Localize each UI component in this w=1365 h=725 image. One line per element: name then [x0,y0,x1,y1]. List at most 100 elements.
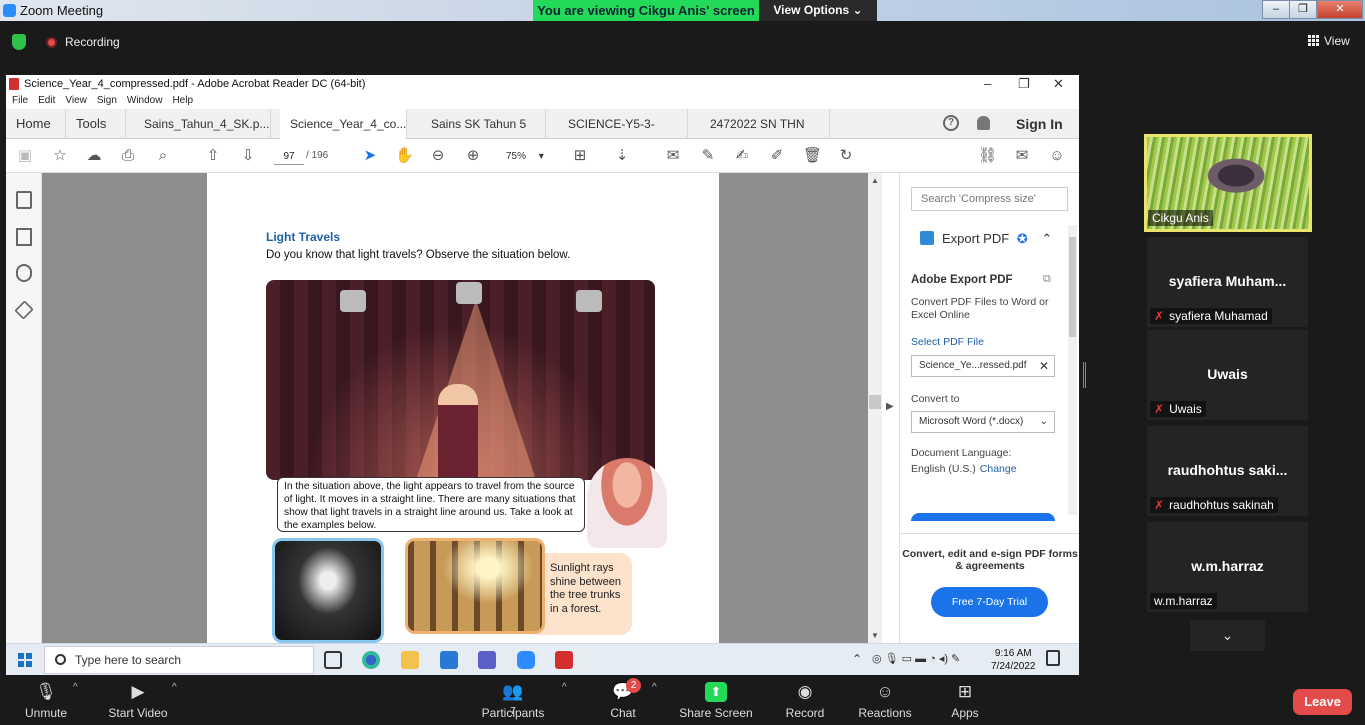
expand-panel-icon[interactable]: ▶ [886,401,894,412]
unmute-button[interactable]: 🎙 Unmute [16,675,76,725]
zoom-out-icon[interactable]: ⊖ [429,147,447,165]
participant-tile[interactable]: Uwais ✗ Uwais [1147,330,1308,420]
record-button[interactable]: ◉ Record [780,675,830,725]
audio-options-chevron-icon[interactable]: ^ [73,682,78,693]
tab-document[interactable]: Sains SK Tahun 5 (... [421,109,546,161]
page-number-input[interactable]: 97 [274,148,304,165]
zoom-in-icon[interactable]: ⊕ [464,147,482,165]
attachment-icon[interactable] [16,264,32,282]
acrobat-close-icon[interactable]: ✕ [1053,76,1064,92]
tray-icons[interactable]: ◎ 🎙 ▭ ▬ ◔ ◂) ✎ [872,652,960,665]
change-language-link[interactable]: Change [980,463,1017,475]
page-layout-icon[interactable]: ⊞ [571,147,589,165]
menu-file[interactable]: File [12,95,28,106]
select-file-link[interactable]: Select PDF File [911,336,984,348]
start-video-button[interactable]: ▶ Start Video [103,675,173,725]
view-button[interactable]: View [1308,34,1350,48]
upload-cloud-icon[interactable]: ☁ [85,147,103,165]
notifications-icon[interactable] [1046,650,1060,666]
tab-document[interactable]: 2472022 SN THN 4... [700,109,830,161]
scroll-thumb[interactable] [869,395,881,409]
hand-tool-icon[interactable]: ✋ [395,147,414,165]
teams-icon[interactable] [478,651,496,669]
participants-button[interactable]: 👥7 Participants [478,675,548,725]
print-icon[interactable]: ⎙ [119,147,137,165]
free-trial-button[interactable]: Free 7-Day Trial [931,587,1048,617]
tab-document[interactable]: Sains_Tahun_4_SK.p... [134,109,271,139]
acrobat-minimize-icon[interactable]: – [984,76,991,91]
menu-window[interactable]: Window [127,95,163,106]
security-shield-icon[interactable] [12,34,26,50]
scroll-up-icon[interactable]: ▲ [871,176,879,185]
acrobat-taskbar-icon[interactable] [555,651,573,669]
edge-browser-icon[interactable] [362,651,380,669]
select-cursor-icon[interactable]: ➤ [361,147,379,165]
windows-start-icon[interactable] [18,653,32,667]
participant-tile[interactable]: raudhohtus saki... ✗ raudhohtus sakinah [1147,426,1308,516]
help-icon[interactable]: ? [943,115,959,131]
tab-document-active[interactable]: Science_Year_4_co...✕ [280,109,407,161]
draw-icon[interactable]: ✍ [733,147,751,165]
participant-tile[interactable]: w.m.harraz w.m.harraz [1147,522,1308,612]
chat-options-chevron-icon[interactable]: ^ [652,682,657,693]
tab-tools[interactable]: Tools [66,109,126,139]
file-explorer-icon[interactable] [401,651,419,669]
copy-icon[interactable]: ⧉ [1043,273,1051,286]
link-icon[interactable]: ⛓ [978,147,997,165]
panel-resize-handle[interactable] [1083,362,1086,388]
participant-tile[interactable]: syafiera Muham... ✗ syafiera Muhamad [1147,237,1308,327]
chevron-up-icon[interactable]: ⌃ [1041,231,1052,246]
document-viewport[interactable]: Light Travels Do you know that light tra… [42,173,868,643]
export-pdf-header[interactable]: Export PDF ✪ ⌃ [920,231,1052,247]
zoom-level-select[interactable]: 75% ▾ [498,148,548,165]
mail-icon[interactable] [440,651,458,669]
close-button[interactable]: ✕ [1317,0,1363,19]
recording-label[interactable]: Recording [65,35,120,49]
tools-search-input[interactable]: Search 'Compress size' [911,187,1068,211]
menu-edit[interactable]: Edit [38,95,55,106]
maximize-button[interactable]: ❐ [1289,0,1317,19]
video-options-chevron-icon[interactable]: ^ [172,682,177,693]
leave-button[interactable]: Leave [1293,689,1352,715]
sign-in-button[interactable]: Sign In [1016,109,1063,139]
pages-icon[interactable] [16,191,32,209]
minimize-button[interactable]: – [1262,0,1290,19]
convert-format-select[interactable]: Microsoft Word (*.docx) ⌄ [911,411,1055,433]
tab-document[interactable]: SCIENCE-Y5-3-OF-... [558,109,688,161]
participants-options-chevron-icon[interactable]: ^ [562,682,567,693]
tools-pane-scrollbar[interactable] [1068,225,1077,515]
tab-home[interactable]: Home [6,109,66,139]
convert-button-partial[interactable] [911,513,1055,521]
share-user-icon[interactable]: ☺ [1048,147,1066,165]
zoom-search-icon[interactable]: ⌕ [154,147,172,165]
document-scrollbar[interactable]: ▲ ▼ [868,173,882,643]
clear-file-icon[interactable]: ✕ [1039,356,1049,376]
next-page-icon[interactable]: ⇩ [239,147,257,165]
previous-page-icon[interactable]: ⇧ [204,147,222,165]
redo-icon[interactable]: ↻ [837,147,855,165]
bookmark-icon[interactable] [16,228,32,246]
reactions-button[interactable]: ☺ Reactions [855,675,915,725]
selected-file-field[interactable]: Science_Ye...ressed.pdf ✕ [911,355,1055,377]
bookmark-star-icon[interactable]: ☆ [51,147,69,165]
menu-help[interactable]: Help [172,95,193,106]
tray-chevron-up-icon[interactable]: ⌃ [852,652,862,666]
share-screen-button[interactable]: ⬆ Share Screen [678,675,754,725]
tools-pane-scroll-thumb[interactable] [1069,237,1076,337]
taskbar-search-input[interactable]: Type here to search [44,646,314,674]
scroll-down-icon[interactable]: ▼ [871,631,879,640]
save-icon[interactable]: ▣ [16,147,34,165]
next-page-chevron-down-icon[interactable]: ⌄ [1190,620,1265,651]
apps-button[interactable]: ⊞ Apps [945,675,985,725]
highlight-pen-icon[interactable]: ✎ [699,147,717,165]
task-view-icon[interactable] [324,651,342,669]
zoom-taskbar-icon[interactable] [517,651,535,669]
comment-icon[interactable]: ✉ [664,147,682,165]
menu-view[interactable]: View [65,95,87,106]
email-icon[interactable]: ✉ [1013,147,1031,165]
scroll-mode-icon[interactable]: ⇣ [613,147,631,165]
menu-sign[interactable]: Sign [97,95,117,106]
notification-bell-icon[interactable] [977,116,990,130]
view-options-button[interactable]: View Options ⌄ [759,0,877,21]
fill-sign-icon[interactable]: ✐ [768,147,786,165]
